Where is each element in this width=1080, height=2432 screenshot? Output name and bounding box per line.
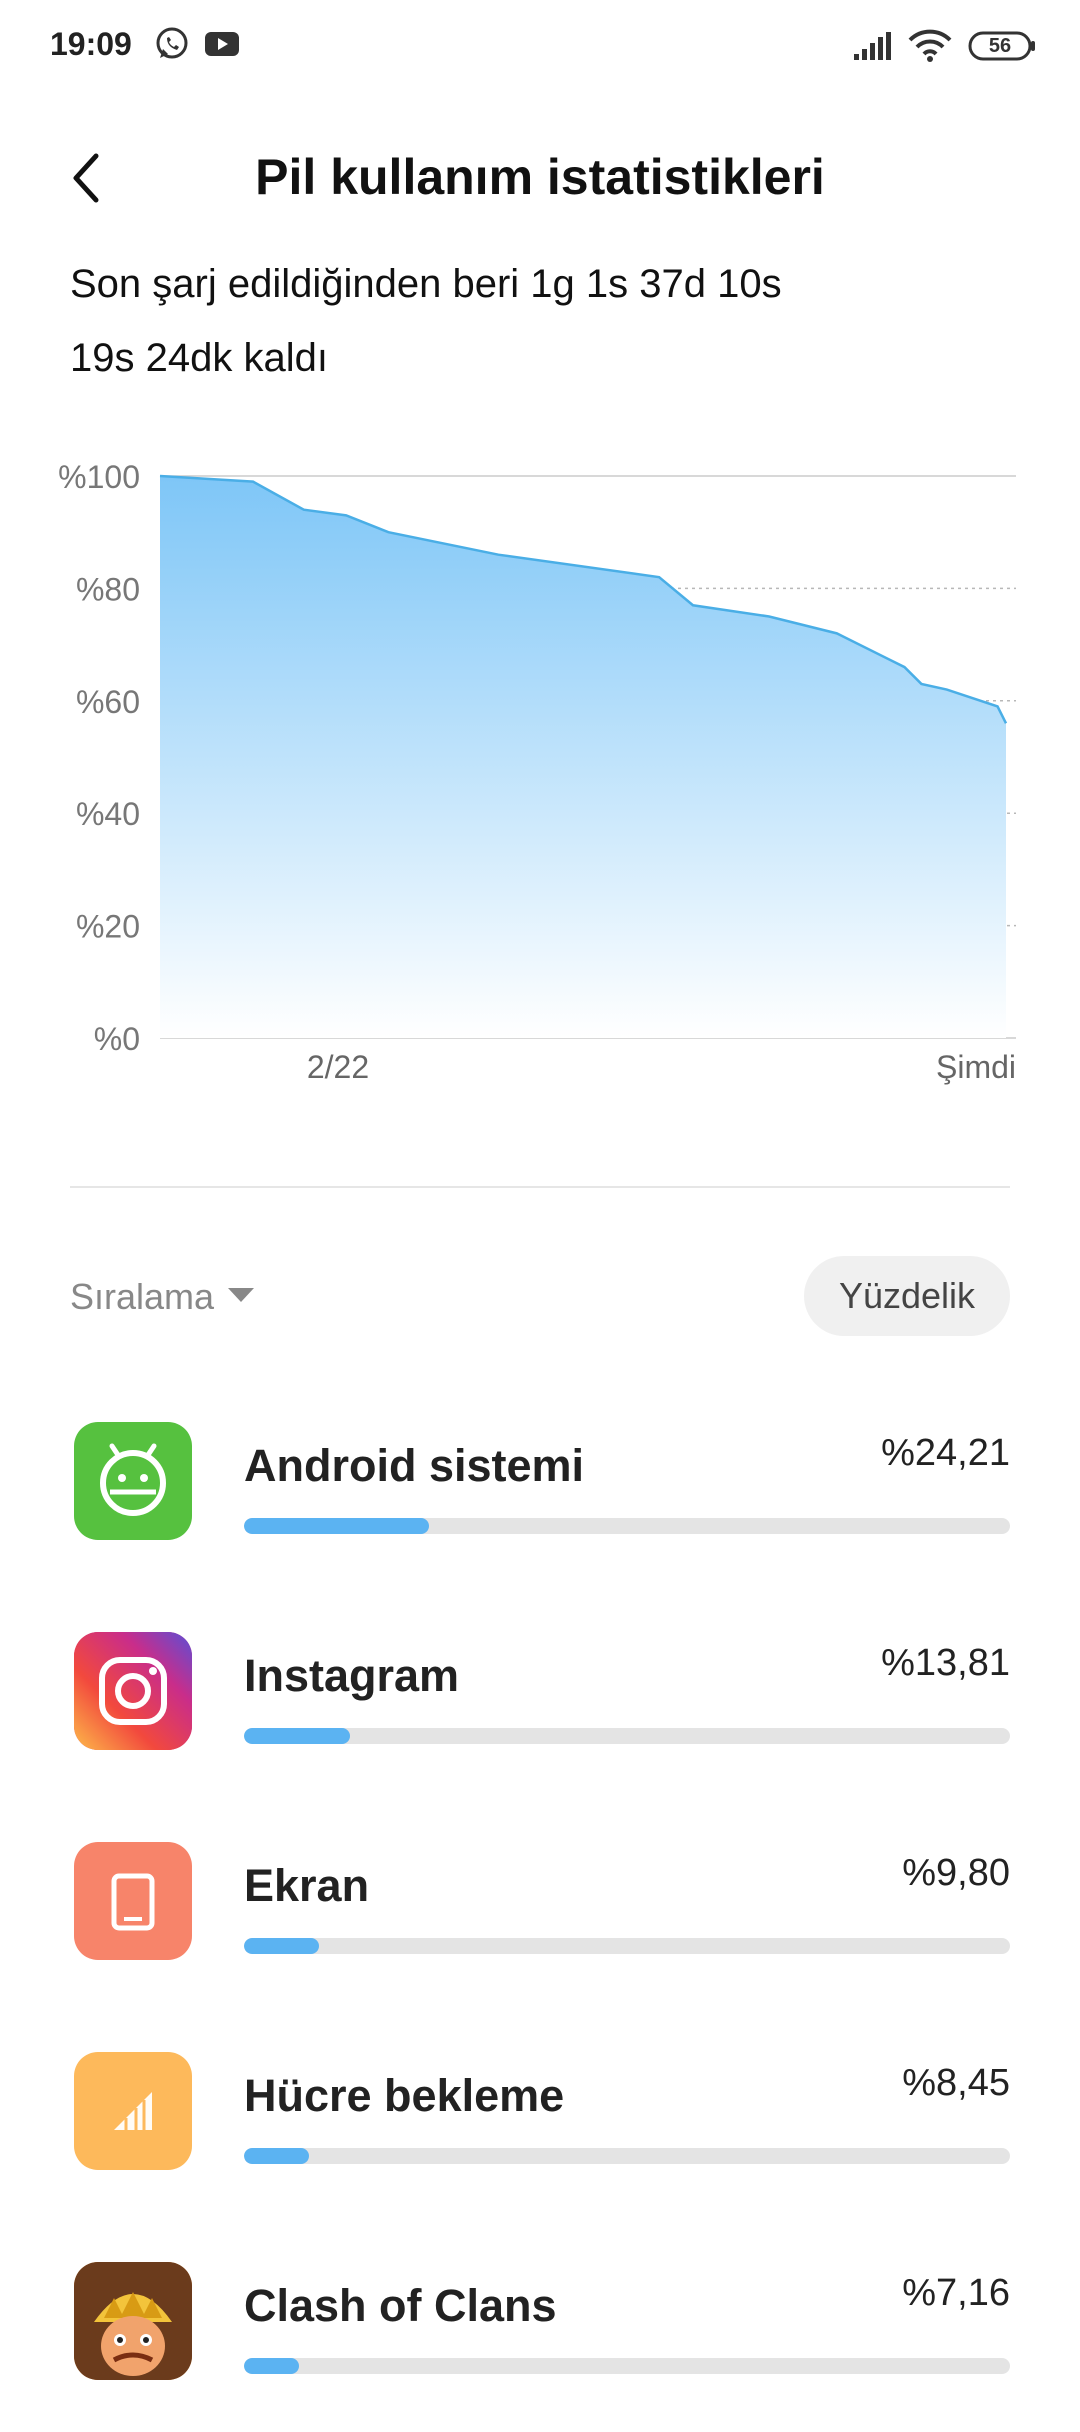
battery-level-chart: %100 %80 %60 %40 %20 %0 2/22 Şimdi <box>0 440 1080 1100</box>
usage-bar-fill <box>244 1728 350 1744</box>
app-usage-row[interactable]: Ekran %9,80 <box>0 1842 1080 2012</box>
clash-of-clans-icon <box>74 2262 192 2380</box>
youtube-icon <box>204 30 240 63</box>
usage-bar-track <box>244 1728 1010 1744</box>
wifi-icon <box>908 28 952 69</box>
percentage-toggle-button[interactable]: Yüzdelik <box>804 1256 1010 1336</box>
instagram-icon <box>74 1632 192 1750</box>
app-usage-row[interactable]: Clash of Clans %7,16 <box>0 2262 1080 2432</box>
usage-bar-track <box>244 2148 1010 2164</box>
page-title: Pil kullanım istatistikleri <box>255 149 825 205</box>
sort-dropdown[interactable]: Sıralama <box>70 1276 255 1318</box>
x-tick-label: 2/22 <box>307 1049 369 1085</box>
screen-icon <box>74 1842 192 1960</box>
y-tick-label: %60 <box>76 684 140 720</box>
divider <box>70 1186 1010 1188</box>
status-bar: 19:09 56 <box>0 0 1080 96</box>
app-usage-row[interactable]: Instagram %13,81 <box>0 1632 1080 1802</box>
battery-area <box>160 476 1006 1038</box>
app-name: Android sistemi <box>244 1440 585 1491</box>
status-time: 19:09 <box>50 26 132 62</box>
sort-label: Sıralama <box>70 1276 215 1317</box>
y-tick-label: %100 <box>58 459 140 495</box>
y-tick-label: %80 <box>76 571 140 607</box>
usage-bar-fill <box>244 2358 299 2374</box>
signal-icon <box>852 30 894 67</box>
y-tick-label: %40 <box>76 796 140 832</box>
battery-icon: 56 <box>968 30 1036 67</box>
usage-bar-track <box>244 2358 1010 2374</box>
app-usage-percent: %24,21 <box>881 1432 1010 1474</box>
usage-bar-fill <box>244 1938 320 1954</box>
y-tick-label: %0 <box>94 1021 140 1057</box>
battery-level: 56 <box>988 35 1012 57</box>
remaining-time-text: 19s 24dk kaldı <box>70 336 328 380</box>
app-usage-row[interactable]: Android sistemi %24,21 <box>0 1422 1080 1592</box>
app-usage-percent: %13,81 <box>881 1642 1010 1684</box>
app-name: Clash of Clans <box>244 2280 557 2331</box>
x-tick-label: Şimdi <box>936 1049 1016 1085</box>
usage-bar-fill <box>244 2148 309 2164</box>
app-name: Instagram <box>244 1650 460 1701</box>
cell-signal-icon <box>74 2052 192 2170</box>
usage-bar-track <box>244 1518 1010 1534</box>
app-usage-percent: %7,16 <box>902 2272 1010 2314</box>
usage-bar-track <box>244 1938 1010 1954</box>
app-name: Ekran <box>244 1860 370 1911</box>
whatsapp-icon <box>154 26 190 67</box>
chart-svg: %100 %80 %60 %40 %20 %0 2/22 Şimdi <box>58 459 1016 1085</box>
y-tick-label: %20 <box>76 909 140 945</box>
app-usage-percent: %8,45 <box>902 2062 1010 2104</box>
since-charge-text: Son şarj edildiğinden beri 1g 1s 37d 10s <box>70 262 782 306</box>
usage-bar-fill <box>244 1518 430 1534</box>
caret-down-icon <box>228 1288 255 1303</box>
app-usage-percent: %9,80 <box>902 1852 1010 1894</box>
android-icon <box>74 1422 192 1540</box>
app-usage-row[interactable]: Hücre bekleme %8,45 <box>0 2052 1080 2222</box>
app-name: Hücre bekleme <box>244 2070 565 2121</box>
